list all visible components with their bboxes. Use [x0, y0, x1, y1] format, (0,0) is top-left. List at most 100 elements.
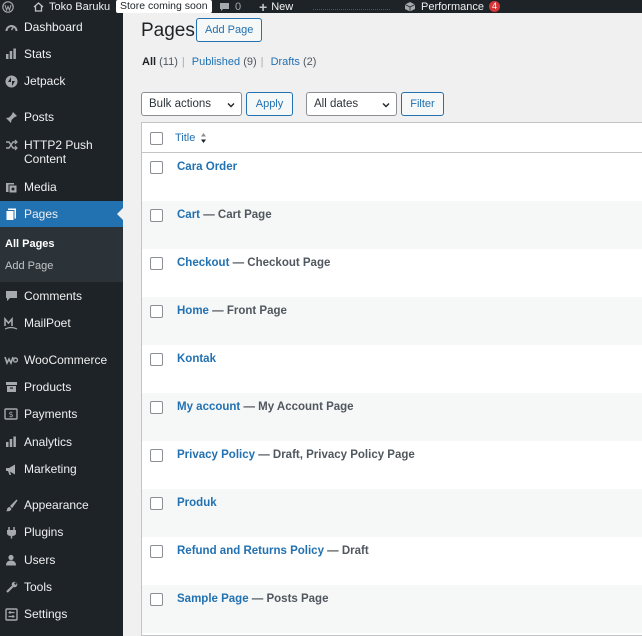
- jetpack-icon: [4, 74, 18, 88]
- sidebar-item-mailpoet[interactable]: MailPoet: [0, 316, 123, 330]
- page-title-link[interactable]: Refund and Returns Policy: [177, 545, 324, 557]
- page-title-link[interactable]: Privacy Policy: [177, 449, 255, 461]
- users-icon: [4, 553, 18, 567]
- sidebar-item-dashboard[interactable]: Dashboard: [0, 20, 123, 34]
- sidebar-item-settings[interactable]: Settings: [0, 607, 123, 621]
- sidebar-item-pages[interactable]: Pages: [0, 201, 123, 227]
- filter-drafts-count: (2): [302, 56, 317, 68]
- page-title-link[interactable]: Sample Page: [177, 593, 249, 605]
- brush-icon: [4, 498, 18, 512]
- page-state: — Draft: [323, 545, 369, 557]
- comment-bubble-icon: [220, 2, 229, 11]
- title-header-label: Title: [175, 132, 196, 144]
- filter-separator: |: [181, 56, 185, 68]
- filter-all-link[interactable]: All: [142, 56, 156, 68]
- megaphone-icon: [4, 462, 18, 476]
- table-header: Title: [142, 123, 642, 153]
- site-name-link[interactable]: Toko Baruku: [33, 0, 110, 13]
- filter-separator: |: [260, 56, 264, 68]
- sidebar-item-plugins[interactable]: Plugins: [0, 525, 123, 539]
- comments-count: 0: [235, 0, 242, 13]
- page-title-link[interactable]: Checkout: [177, 257, 229, 269]
- wrench-icon: [4, 580, 18, 594]
- row-checkbox[interactable]: [150, 161, 163, 174]
- date-filter-select[interactable]: All dates: [306, 92, 397, 116]
- admin-sidebar: Dashboard Stats Jetpack Posts HTTP2 Push…: [0, 13, 123, 636]
- page-title-link[interactable]: Kontak: [177, 353, 216, 365]
- admin-bar-placeholder: [313, 9, 390, 11]
- page-title-link[interactable]: My account: [177, 401, 240, 413]
- page-title-link[interactable]: Cara Order: [177, 161, 237, 173]
- sidebar-item-media[interactable]: Media: [0, 180, 123, 194]
- page-title-link[interactable]: Produk: [177, 497, 217, 509]
- row-checkbox[interactable]: [150, 353, 163, 366]
- sidebar-item-comments[interactable]: Comments: [0, 289, 123, 303]
- table-row: Home — Front Page: [142, 297, 642, 345]
- bulk-actions-select[interactable]: Bulk actions: [141, 92, 242, 116]
- row-checkbox[interactable]: [150, 305, 163, 318]
- plus-icon: +: [259, 0, 268, 13]
- wordpress-logo-icon[interactable]: [2, 0, 14, 13]
- performance-link[interactable]: Performance 4: [404, 0, 500, 13]
- select-all-checkbox[interactable]: [150, 132, 163, 145]
- page-title-link[interactable]: Home: [177, 305, 209, 317]
- submenu-all-pages[interactable]: All Pages: [5, 238, 55, 250]
- new-label: New: [271, 0, 294, 13]
- table-row: Cart — Cart Page: [142, 201, 642, 249]
- add-page-button[interactable]: Add Page: [196, 18, 263, 42]
- sidebar-item-woocommerce[interactable]: WooCommerce: [0, 353, 123, 367]
- comment-icon: [4, 289, 18, 303]
- woocommerce-icon: [4, 353, 18, 367]
- filter-published-link[interactable]: Published: [192, 56, 240, 68]
- mailpoet-icon: [4, 316, 18, 330]
- submenu-add-page[interactable]: Add Page: [5, 260, 53, 272]
- sidebar-item-analytics[interactable]: Analytics: [0, 435, 123, 449]
- pin-icon: [4, 110, 18, 124]
- store-status-badge[interactable]: Store coming soon: [116, 0, 212, 13]
- row-checkbox[interactable]: [150, 497, 163, 510]
- page-title-link[interactable]: Cart: [177, 209, 200, 221]
- bulk-actions-value: Bulk actions: [149, 98, 212, 110]
- site-name: Toko Baruku: [49, 0, 111, 13]
- table-row: Produk: [142, 489, 642, 537]
- filter-published-count: (9): [243, 56, 257, 68]
- sidebar-item-users[interactable]: Users: [0, 553, 123, 567]
- comments-link[interactable]: 0: [219, 0, 241, 13]
- page-title: Pages: [141, 20, 195, 41]
- row-checkbox[interactable]: [150, 545, 163, 558]
- chevron-down-icon: [382, 103, 390, 108]
- sidebar-item-products[interactable]: Products: [0, 380, 123, 394]
- shuffle-icon: [4, 138, 18, 152]
- row-checkbox[interactable]: [150, 449, 163, 462]
- filter-button[interactable]: Filter: [401, 92, 444, 116]
- plugin-icon: [4, 525, 18, 539]
- pages-submenu: All Pages Add Page: [0, 227, 123, 282]
- filter-drafts-link[interactable]: Drafts: [271, 56, 300, 68]
- media-icon: [4, 180, 18, 194]
- table-row: Cara Order: [142, 153, 642, 201]
- home-icon: [33, 1, 44, 12]
- page-state: — Cart Page: [200, 209, 272, 221]
- sidebar-item-payments[interactable]: $ Payments: [0, 407, 123, 421]
- row-checkbox[interactable]: [150, 593, 163, 606]
- row-checkbox[interactable]: [150, 257, 163, 270]
- sidebar-item-tools[interactable]: Tools: [0, 580, 123, 594]
- table-row: Kontak: [142, 345, 642, 393]
- row-checkbox[interactable]: [150, 209, 163, 222]
- apply-button[interactable]: Apply: [246, 92, 293, 116]
- sidebar-item-jetpack[interactable]: Jetpack: [0, 74, 123, 88]
- pages-table: Title Cara Order Cart — Cart Page Checko…: [141, 122, 642, 636]
- new-content-link[interactable]: + New: [259, 0, 293, 13]
- sidebar-item-posts[interactable]: Posts: [0, 110, 123, 124]
- sidebar-item-http2-push-content[interactable]: HTTP2 Push Content: [0, 138, 123, 166]
- sidebar-item-stats[interactable]: Stats: [0, 47, 123, 61]
- row-checkbox[interactable]: [150, 401, 163, 414]
- table-row: Checkout — Checkout Page: [142, 249, 642, 297]
- sidebar-item-appearance[interactable]: Appearance: [0, 498, 123, 512]
- page-state: — My Account Page: [240, 401, 354, 413]
- stats-icon: [4, 47, 18, 61]
- payments-icon: $: [4, 407, 18, 421]
- title-column-header[interactable]: Title: [175, 132, 207, 144]
- performance-label: Performance: [421, 0, 484, 13]
- sidebar-item-marketing[interactable]: Marketing: [0, 462, 123, 476]
